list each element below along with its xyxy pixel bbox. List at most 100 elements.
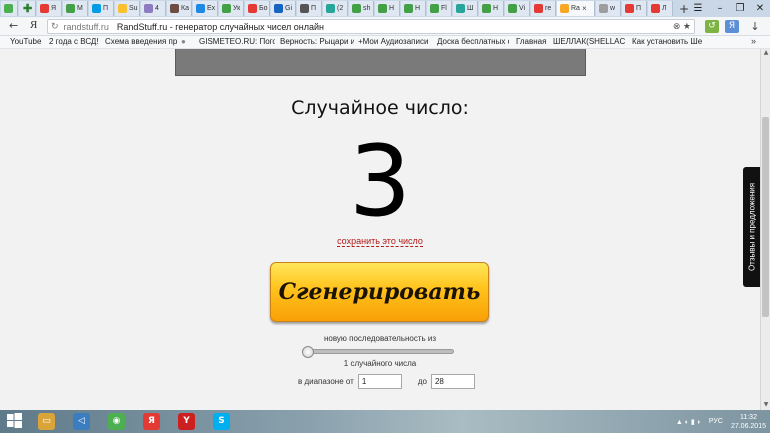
tab-label: Ук (233, 5, 241, 12)
browser-tab[interactable]: Vi (505, 1, 530, 16)
browser-tab[interactable]: Su (115, 1, 140, 16)
browser-tab[interactable]: Н (401, 1, 426, 16)
page-content: Случайное число: 3 сохранить это число С… (0, 49, 760, 410)
page-scrollbar[interactable]: ▲ ▼ (760, 49, 770, 410)
browser-tab[interactable]: Ra × (557, 1, 595, 16)
tab-favicon-icon (222, 4, 231, 13)
url-domain: randstuff.ru (63, 21, 109, 32)
windows-start-icon[interactable] (6, 413, 23, 430)
range-to-label: до (417, 377, 427, 386)
bookmark-item[interactable]: +Мои Аудиозаписи (358, 37, 431, 46)
bookmark-star-icon[interactable]: ⊗ ★ (673, 21, 691, 32)
clock-time: 11:32 (739, 413, 757, 421)
tab-label: Бо (259, 5, 268, 12)
bookmark-item[interactable]: ШЕЛЛАК(SHELLAC) (553, 37, 625, 46)
tab-label: Н (389, 5, 395, 12)
extension-icon[interactable]: ↺ (705, 20, 719, 33)
tab-label: Gi (285, 5, 292, 12)
language-indicator[interactable]: РУС (709, 418, 723, 425)
browser-tab[interactable]: Ка (167, 1, 192, 16)
tab-home[interactable] (1, 1, 18, 16)
range-to-input[interactable] (430, 374, 475, 389)
count-slider-track[interactable] (302, 349, 454, 354)
tab-add-extension[interactable]: ✚ (19, 1, 36, 16)
browser-tab[interactable]: П (297, 1, 322, 16)
range-from-input[interactable] (357, 374, 402, 389)
bookmarks-more-button[interactable]: » (751, 36, 756, 46)
browser-tab[interactable]: Н (375, 1, 400, 16)
yandex-browser-icon[interactable]: Y (178, 413, 195, 430)
scroll-thumb[interactable] (762, 117, 769, 317)
save-number-link[interactable]: сохранить это число (337, 236, 423, 247)
menu-icon[interactable]: ☰ (686, 0, 710, 17)
browser-tab[interactable]: Ех (193, 1, 218, 16)
browser-tab[interactable]: Бо (245, 1, 270, 16)
bookmark-item[interactable]: Доска бесплатных о (437, 37, 509, 46)
tab-label: Fl (441, 5, 447, 12)
bookmark-item[interactable]: Верность: Рыцари и (280, 37, 354, 46)
browser-tab[interactable]: Н (479, 1, 504, 16)
browser-tab[interactable]: Л (648, 1, 673, 16)
browser-tab[interactable]: П (89, 1, 114, 16)
browser-tab[interactable]: (2 (323, 1, 348, 16)
scroll-up-icon[interactable]: ▲ (761, 49, 770, 58)
browser-tab[interactable]: w (596, 1, 621, 16)
yandex-icon[interactable]: Я (30, 19, 37, 31)
bookmark-item[interactable]: Схема введения пр (105, 37, 177, 46)
home-icon (4, 4, 13, 13)
tab-label: Л (662, 5, 667, 12)
browser-tab[interactable]: M (63, 1, 88, 16)
tab-favicon-icon (326, 4, 335, 13)
bookmark-item[interactable]: Как установить Ше (632, 37, 706, 46)
tab-label: П (636, 5, 642, 12)
tab-favicon-icon (66, 4, 75, 13)
tab-favicon-icon (378, 4, 387, 13)
browser-tab[interactable]: 4 (141, 1, 166, 16)
browser-tab[interactable]: Ук (219, 1, 244, 16)
browser-tab[interactable]: Я (37, 1, 62, 16)
bookmark-item[interactable]: GISMETEO.RU: Пого (199, 37, 275, 46)
tab-label: Ш (467, 5, 474, 12)
explorer-icon[interactable]: ▭ (38, 413, 55, 430)
browser-tab[interactable]: П (622, 1, 647, 16)
browser-tab[interactable]: Gi (271, 1, 296, 16)
gismeteo-icon: ● (181, 37, 186, 46)
generate-button[interactable]: Сгенерировать (270, 262, 489, 322)
clock[interactable]: 11:32 27.06.2015 (731, 413, 766, 431)
sequence-label: новую последовательность из (323, 334, 437, 343)
tab-favicon-icon (118, 4, 127, 13)
tray-icons[interactable]: ▲ ◐ ▮ ◗ (676, 418, 701, 426)
volume-icon[interactable]: ◁ (73, 413, 90, 430)
tab-label: Ra (571, 5, 580, 12)
scroll-down-icon[interactable]: ▼ (761, 401, 770, 410)
tab-favicon-icon (144, 4, 153, 13)
url-input[interactable]: ↻ randstuff.ru RandStuff.ru - генератор … (47, 19, 695, 34)
bookmark-item[interactable]: YouTube (10, 37, 48, 46)
back-button[interactable]: ← (9, 19, 18, 32)
tab-favicon-icon (625, 4, 634, 13)
random-number-result: 3 (348, 125, 412, 239)
tab-label: re (545, 5, 552, 12)
bookmark-item[interactable]: Главная (516, 37, 548, 46)
close-tab-icon[interactable]: × (582, 4, 587, 13)
browser-tab[interactable]: Fl (427, 1, 452, 16)
browser-tab[interactable]: sh (349, 1, 374, 16)
count-slider-handle[interactable] (302, 346, 314, 358)
browser-tab[interactable]: re (531, 1, 556, 16)
reload-icon[interactable]: ↻ (51, 21, 59, 32)
close-window-button[interactable]: ✕ (748, 0, 770, 17)
skype-icon[interactable]: S (213, 413, 230, 430)
browser-tab[interactable]: Ш (453, 1, 478, 16)
bookmark-item[interactable]: 2 года с ВСД! (49, 37, 103, 46)
tab-label: 4 (155, 5, 159, 12)
tab-label: П (311, 5, 317, 12)
tab-label: Vi (519, 5, 526, 12)
chrome-icon[interactable]: ◉ (108, 413, 125, 430)
ad-banner (175, 49, 586, 76)
tab-label: Ех (207, 5, 216, 12)
yandex-icon[interactable]: Я (143, 413, 160, 430)
download-icon[interactable]: ↓ (748, 20, 762, 33)
tab-favicon-icon (599, 4, 608, 13)
feedback-tab[interactable]: Отзывы и предложения (743, 167, 760, 287)
yandex-disk-icon[interactable]: Я (725, 20, 739, 33)
